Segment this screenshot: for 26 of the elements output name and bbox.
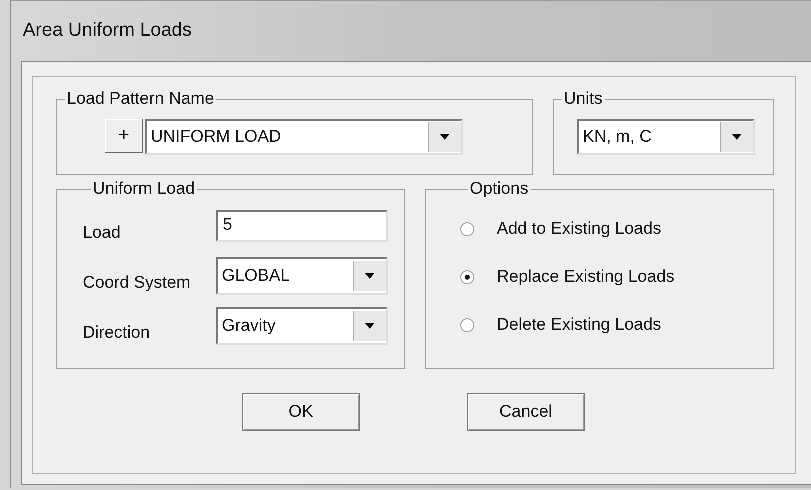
group-title: Load Pattern Name: [66, 89, 216, 109]
dropdown-arrow-icon: [365, 323, 375, 329]
group-title: Units: [563, 89, 604, 109]
dropdown[interactable]: Gravity: [216, 307, 388, 345]
group-title: Options: [469, 179, 530, 199]
dialog-button[interactable]: Cancel: [467, 393, 585, 431]
radio-label: Replace Existing Loads: [497, 267, 675, 287]
radio-button[interactable]: [460, 270, 475, 284]
dialog-button[interactable]: OK: [242, 393, 360, 431]
radio-label: Add to Existing Loads: [497, 219, 662, 239]
load-pattern-dropdown[interactable]: UNIFORM LOAD: [145, 119, 463, 155]
dropdown-arrow-icon: [732, 134, 742, 140]
dropdown-arrow-icon: [365, 273, 375, 279]
field-label: Load: [83, 222, 121, 243]
dropdown[interactable]: GLOBAL: [216, 257, 388, 295]
group-title: Uniform Load: [92, 179, 196, 199]
add-button[interactable]: +: [105, 119, 143, 153]
units-dropdown[interactable]: KN, m, C: [577, 119, 755, 155]
input-field[interactable]: 5: [216, 210, 388, 242]
radio-label: Delete Existing Loads: [497, 315, 662, 335]
field-label: Direction: [83, 322, 150, 343]
window-title: Area Uniform Loads: [23, 20, 192, 42]
field-label: Coord System: [83, 272, 191, 293]
radio-button[interactable]: [460, 318, 475, 332]
radio-button[interactable]: [460, 222, 475, 236]
dropdown-arrow-icon: [440, 134, 450, 140]
